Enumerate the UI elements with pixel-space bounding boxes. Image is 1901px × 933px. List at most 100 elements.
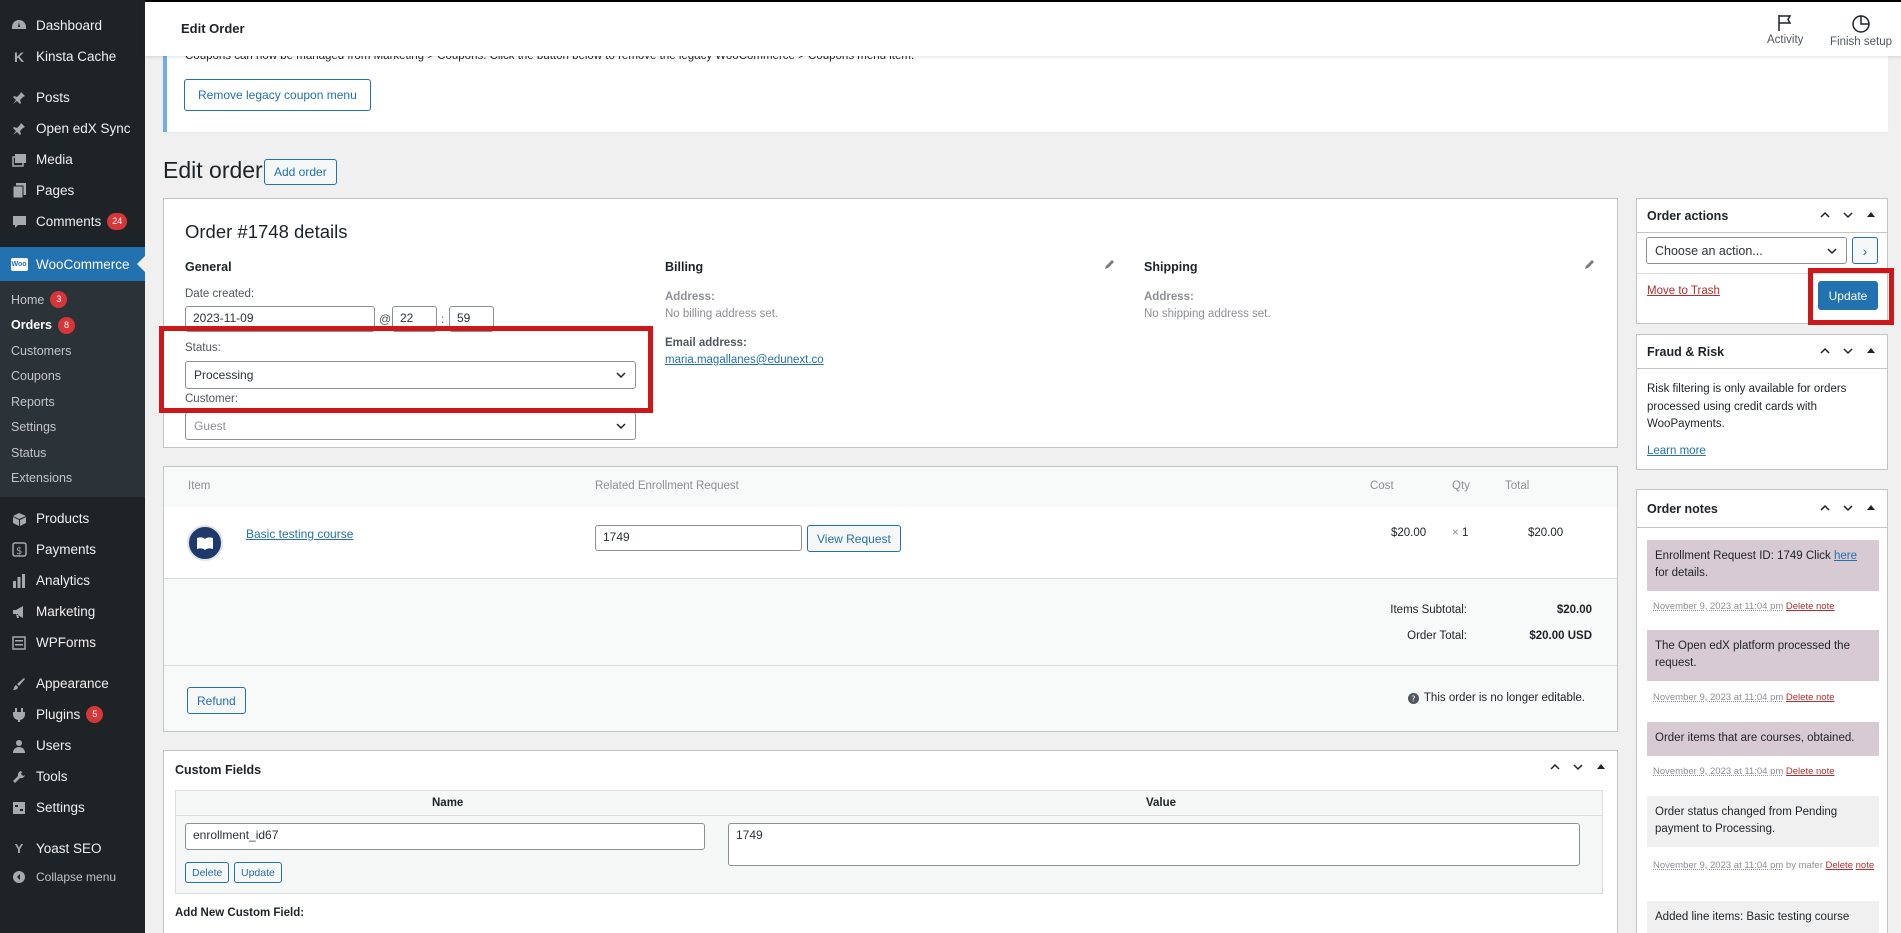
page-header-title: Edit Order: [181, 21, 245, 36]
submenu-status[interactable]: Status: [0, 440, 145, 466]
menu-analytics[interactable]: Analytics: [0, 565, 145, 596]
note-here-link[interactable]: here: [1834, 550, 1857, 562]
chevron-down-icon[interactable]: [1842, 502, 1854, 514]
remove-legacy-coupon-button[interactable]: Remove legacy coupon menu: [184, 79, 371, 111]
top-header: Edit Order Activity Finish setup: [145, 0, 1901, 56]
comments-count-badge: 24: [107, 213, 128, 230]
delete-custom-field-button[interactable]: Delete: [185, 862, 230, 883]
menu-label: Dashboard: [36, 18, 103, 33]
submenu-home[interactable]: Home 3: [0, 287, 145, 313]
menu-yoast-seo[interactable]: Y Yoast SEO: [0, 833, 145, 864]
refund-button[interactable]: Refund: [187, 687, 246, 714]
delete-note-link-cont[interactable]: note: [1856, 860, 1875, 871]
order-total-value: $20.00 USD: [1529, 630, 1592, 642]
custom-field-value-textarea[interactable]: 1749: [728, 823, 1580, 866]
menu-media[interactable]: Media: [0, 144, 145, 175]
menu-payments[interactable]: $ Payments: [0, 534, 145, 565]
move-to-trash-link[interactable]: Move to Trash: [1647, 285, 1720, 297]
note-date: November 9, 2023 at 11:04 pm: [1653, 601, 1784, 612]
col-item: Item: [188, 480, 211, 492]
view-request-button[interactable]: View Request: [807, 525, 901, 552]
apply-action-button[interactable]: ›: [1852, 237, 1878, 264]
collapse-triangle-icon[interactable]: [1865, 502, 1877, 514]
menu-plugins[interactable]: Plugins 5: [0, 699, 145, 730]
menu-label: Collapse menu: [36, 870, 117, 884]
collapse-triangle-icon[interactable]: [1865, 345, 1877, 357]
customer-select[interactable]: Guest: [185, 412, 636, 440]
activity-label: Activity: [1767, 34, 1804, 46]
svg-text:$: $: [16, 546, 22, 557]
menu-label: Users: [36, 738, 72, 753]
collapse-triangle-icon[interactable]: [1595, 761, 1607, 773]
billing-email-link[interactable]: maria.magallanes@edunext.co: [665, 354, 824, 366]
submenu-coupons[interactable]: Coupons: [0, 364, 145, 390]
note-text-end: for details.: [1655, 567, 1709, 579]
custom-fields-header: Custom Fields: [164, 751, 1617, 790]
edit-billing-pencil-icon[interactable]: [1103, 259, 1115, 271]
menu-users[interactable]: Users: [0, 730, 145, 761]
menu-label: Plugins: [36, 707, 81, 722]
menu-open-edx-sync[interactable]: Open edX Sync: [0, 113, 145, 144]
submenu-label: Customers: [11, 343, 72, 358]
col-related-request: Related Enrollment Request: [595, 480, 739, 492]
delete-note-link[interactable]: Delete note: [1786, 692, 1835, 703]
chevron-up-icon[interactable]: [1819, 502, 1831, 514]
chevron-down-icon[interactable]: [1842, 345, 1854, 357]
order-notes-panel: Order notes Enrollment Request ID: 1749 …: [1636, 489, 1888, 933]
menu-comments[interactable]: Comments 24: [0, 206, 145, 237]
menu-label: Yoast SEO: [36, 841, 102, 856]
learn-more-link[interactable]: Learn more: [1647, 445, 1706, 457]
menu-pages[interactable]: Pages: [0, 175, 145, 206]
menu-woocommerce[interactable]: Woo WooCommerce: [0, 247, 145, 281]
menu-label: WPForms: [36, 635, 96, 650]
submenu-extensions[interactable]: Extensions: [0, 466, 145, 492]
course-name-link[interactable]: Basic testing course: [246, 527, 353, 541]
totals-section: Items Subtotal: $20.00 Order Total: $20.…: [164, 580, 1617, 666]
edit-shipping-pencil-icon[interactable]: [1583, 259, 1595, 271]
menu-products[interactable]: Products: [0, 503, 145, 534]
update-custom-field-button[interactable]: Update: [234, 862, 282, 883]
menu-label: Settings: [36, 800, 85, 815]
submenu-reports[interactable]: Reports: [0, 389, 145, 415]
delete-note-link[interactable]: Delete note: [1786, 766, 1835, 777]
enrollment-request-input[interactable]: 1749: [595, 525, 802, 551]
submenu-orders[interactable]: Orders 8: [0, 313, 145, 339]
item-qty: 1: [1462, 527, 1469, 539]
chevron-down-icon[interactable]: [1842, 209, 1854, 221]
submenu-customers[interactable]: Customers: [0, 338, 145, 364]
delete-note-link[interactable]: Delete: [1826, 860, 1853, 871]
chevron-up-icon[interactable]: [1819, 345, 1831, 357]
submenu-label: Settings: [11, 420, 57, 435]
collapse-menu-button[interactable]: Collapse menu: [0, 864, 145, 890]
note-meta: November 9, 2023 at 11:04 pm Delete note: [1653, 601, 1835, 612]
submenu-settings[interactable]: Settings: [0, 415, 145, 441]
order-action-select[interactable]: Choose an action...: [1646, 237, 1847, 264]
menu-label: Comments: [36, 214, 102, 229]
menu-appearance[interactable]: Appearance: [0, 668, 145, 699]
menu-label: WooCommerce: [36, 256, 130, 272]
order-note: The Open edX platform processed the requ…: [1647, 630, 1879, 681]
note-meta: November 9, 2023 at 11:04 pm by mafer De…: [1653, 858, 1881, 873]
finish-setup-button[interactable]: Finish setup: [1830, 14, 1892, 48]
page-title: Edit order: [163, 157, 263, 183]
custom-fields-title: Custom Fields: [175, 763, 262, 777]
forms-icon: [9, 633, 29, 653]
activity-button[interactable]: Activity: [1767, 14, 1803, 46]
chevron-up-icon[interactable]: [1819, 209, 1831, 221]
collapse-triangle-icon[interactable]: [1865, 209, 1877, 221]
home-count-badge: 3: [50, 291, 68, 309]
add-order-button[interactable]: Add order: [264, 159, 337, 185]
menu-posts[interactable]: Posts: [0, 82, 145, 113]
chevron-up-icon[interactable]: [1549, 761, 1561, 773]
pin-icon: [9, 119, 29, 139]
menu-kinsta-cache[interactable]: K Kinsta Cache: [0, 41, 145, 72]
menu-tools[interactable]: Tools: [0, 761, 145, 792]
chevron-down-icon[interactable]: [1572, 761, 1584, 773]
menu-wpforms[interactable]: WPForms: [0, 627, 145, 658]
wrench-icon: [9, 767, 29, 787]
custom-field-name-input[interactable]: enrollment_id67: [185, 823, 705, 850]
delete-note-link[interactable]: Delete note: [1786, 601, 1835, 612]
menu-settings[interactable]: Settings: [0, 792, 145, 823]
menu-marketing[interactable]: Marketing: [0, 596, 145, 627]
menu-dashboard[interactable]: Dashboard: [0, 10, 145, 41]
